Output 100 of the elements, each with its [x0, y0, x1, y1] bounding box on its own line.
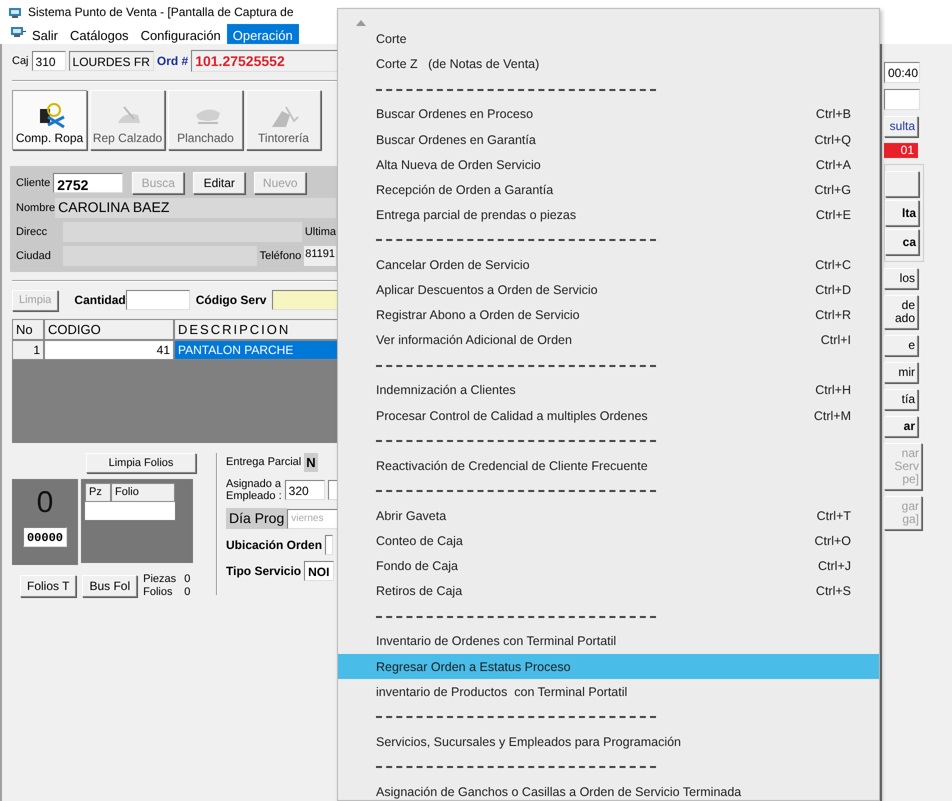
menu-item[interactable]: Configuración — [134, 24, 227, 44]
employee-field[interactable]: 320 — [284, 480, 325, 500]
field-label: Ord # — [156, 53, 188, 70]
shortcut-text: Ctrl+J — [818, 558, 851, 576]
scroll-up-icon — [356, 20, 366, 26]
option-button[interactable]: ca — [885, 229, 919, 255]
menu-item[interactable]: Entrega parcial de prendas o piezas Ctrl+E — [338, 202, 879, 228]
shortcut-text: Ctrl+D — [815, 282, 851, 300]
field-label: Caj — [12, 54, 29, 69]
service-button[interactable]: Planchado — [168, 90, 243, 150]
shortcut-text: Ctrl+M — [814, 408, 851, 425]
counter-value: 0 — [36, 485, 54, 521]
query-button[interactable]: sulta — [884, 116, 918, 137]
action-button[interactable]: los — [884, 268, 918, 289]
field-label: Teléfono — [260, 248, 302, 264]
menu-item[interactable]: Buscar Ordenes en Proceso Ctrl+B — [338, 102, 879, 128]
field-label: Cantidad — [74, 292, 126, 310]
menu-item[interactable]: Abrir Gaveta Ctrl+T — [338, 504, 879, 529]
shortcut-text: Ctrl+G — [814, 182, 851, 199]
menu-item[interactable]: Asignación de Ganchos o Casillas a Orden de Servicio Terminada — [338, 780, 879, 800]
app-icon — [10, 24, 26, 38]
window-title: Sistema Punto de Venta - [Pantalla de Captura de — [28, 4, 294, 21]
field-label: Código Serv — [196, 292, 266, 310]
option-button[interactable]: ar — [884, 416, 918, 437]
field-label: Empleado : — [226, 490, 282, 502]
folio-number-field: 00000 — [22, 527, 67, 547]
client-name-field: CAROLINA BAEZ — [55, 198, 336, 218]
service-button[interactable]: Comp. Ropa — [12, 90, 87, 150]
menu-item[interactable]: Corte Z (de Notas de Venta) — [338, 52, 879, 78]
menu-item[interactable]: inventario de Productos con Terminal Portatil — [338, 679, 879, 705]
day-label: Día Prog — [226, 508, 288, 529]
menu-item[interactable]: Reactivación de Credencial de Cliente Frecuente — [338, 454, 879, 479]
count-value: 0 — [184, 586, 190, 599]
option-button[interactable]: lta — [885, 200, 919, 226]
menu-item[interactable]: Registrar Abono a Orden de Servicio Ctrl+R — [338, 303, 879, 328]
menu-item[interactable]: Catálogos — [64, 24, 135, 44]
menu-item[interactable]: Servicios, Sucursales y Empleados para Programación — [338, 730, 879, 755]
menu-item[interactable]: Corte — [338, 27, 879, 52]
menu-item[interactable]: Regresar Orden a Estatus Proceso — [338, 654, 879, 680]
counter-badge: 01 — [884, 143, 918, 158]
folios-button[interactable]: Folios T — [20, 575, 76, 597]
quantity-field[interactable] — [126, 290, 190, 310]
menu-item[interactable]: Operación — [226, 24, 299, 44]
column-header: DESCRIPCION — [174, 318, 340, 340]
service-button[interactable]: Rep Calzado — [90, 90, 165, 150]
field-label: Tipo Servicio — [226, 563, 302, 580]
client-id-field[interactable]: 2752 — [53, 173, 124, 193]
column-header: Folio — [111, 483, 175, 502]
field-label: Piezas — [143, 573, 176, 586]
action-button[interactable]: e — [884, 335, 918, 356]
field-label: Direcc — [16, 224, 48, 240]
text-field[interactable] — [884, 89, 920, 110]
menu-item[interactable]: Salir — [26, 24, 64, 44]
cashier-name-field[interactable]: LOURDES FR — [68, 51, 154, 71]
shortcut-text: Ctrl+H — [815, 382, 851, 400]
column-header: CODIGO — [44, 318, 174, 340]
field-label: Folios — [143, 586, 174, 599]
field-label: Ultima — [304, 224, 336, 240]
field-label: Ciudad — [16, 248, 52, 264]
location-field[interactable] — [325, 535, 334, 555]
menu-item[interactable]: Aplicar Descuentos a Orden de Servicio Ctrl+D — [338, 278, 879, 304]
table-cell: PANTALON PARCHE — [174, 340, 340, 360]
menu-item[interactable]: Ver información Adicional de Orden Ctrl+I — [338, 328, 879, 354]
menu-item[interactable]: Indemnización a Clientes Ctrl+H — [338, 378, 879, 404]
column-header: No — [12, 318, 44, 340]
menu-item[interactable]: Inventario de Ordenes con Terminal Portatil — [338, 629, 879, 654]
menu-item[interactable]: Fondo de Caja Ctrl+J — [338, 554, 879, 580]
client-button[interactable]: Editar — [193, 172, 246, 194]
menu-item[interactable]: Alta Nueva de Orden Servicio Ctrl+A — [338, 152, 879, 178]
menu-item[interactable]: Buscar Ordenes en Garantía Ctrl+Q — [338, 127, 879, 152]
service-button[interactable]: Tintorería — [246, 90, 321, 150]
field-label: Cliente — [16, 176, 50, 191]
menu-item[interactable]: Procesar Control de Calidad a multiples Ordenes Ctrl+M — [338, 403, 879, 428]
service-type-field[interactable]: NOI — [304, 561, 334, 581]
table-cell: 41 — [44, 340, 174, 360]
menu-item[interactable]: Conteo de Caja Ctrl+O — [338, 528, 879, 554]
phone-field: 81191 — [304, 246, 336, 266]
shortcut-text: Ctrl+C — [815, 257, 851, 274]
action-button[interactable]: tía — [884, 389, 918, 410]
clear-folios-button[interactable]: Limpia Folios — [86, 452, 196, 473]
shortcut-text: Ctrl+O — [814, 533, 851, 550]
table-cell: 1 — [12, 340, 44, 360]
menu-item[interactable]: Cancelar Orden de Servicio Ctrl+C — [338, 252, 879, 278]
search-folio-button[interactable]: Bus Fol — [82, 575, 138, 597]
app-icon — [8, 5, 22, 19]
count-value: 0 — [184, 573, 190, 586]
service-code-field[interactable] — [272, 290, 340, 310]
shortcut-text: Ctrl+B — [816, 106, 851, 124]
shortcut-text: Ctrl+T — [816, 508, 851, 525]
action-button[interactable]: mir — [884, 362, 918, 383]
shortcut-text: Ctrl+A — [816, 156, 851, 174]
menu-item[interactable]: Retiros de Caja Ctrl+S — [338, 579, 879, 604]
field-label: Asignado a — [226, 478, 282, 490]
field-label: Ubicación Orden — [226, 537, 322, 554]
shortcut-text: Ctrl+Q — [814, 132, 851, 149]
option-button[interactable] — [885, 171, 919, 197]
cashier-id-field[interactable]: 310 — [32, 51, 66, 71]
action-button[interactable]: de ado — [884, 295, 918, 329]
menu-item[interactable]: Recepción de Orden a Garantía Ctrl+G — [338, 178, 879, 203]
time-field[interactable]: 00:40 — [884, 62, 920, 83]
